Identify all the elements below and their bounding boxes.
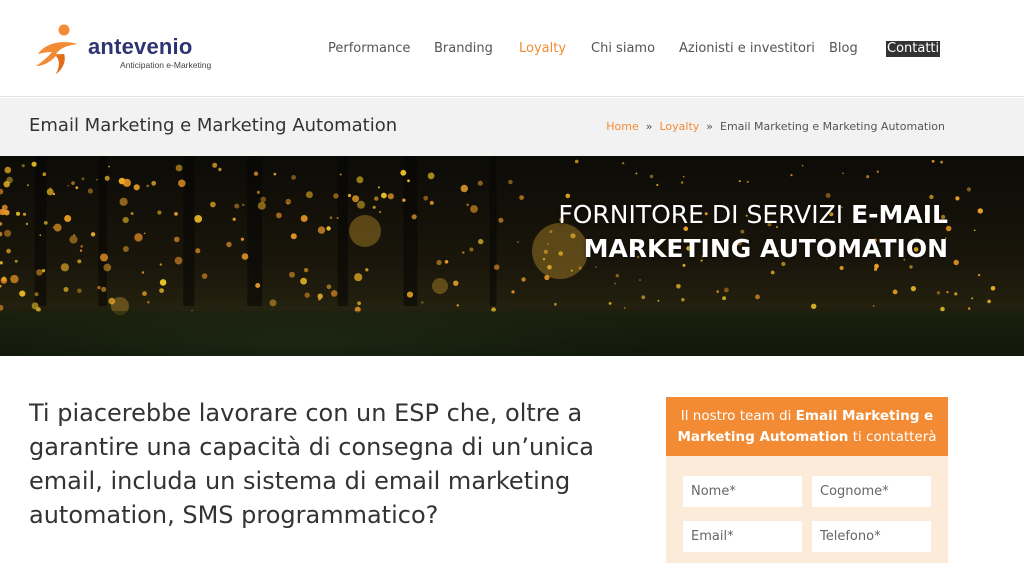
nav-chi-siamo[interactable]: Chi siamo xyxy=(591,41,655,57)
site-header: antevenio Anticipation e-Marketing Perfo… xyxy=(0,0,1024,97)
breadcrumb-home[interactable]: Home xyxy=(606,120,638,133)
hero-title-line1: FORNITORE DI SERVIZI xyxy=(558,200,852,229)
breadcrumb-separator: » xyxy=(706,120,714,133)
page-title: Email Marketing e Marketing Automation xyxy=(29,115,398,136)
hero-title-line2: MARKETING AUTOMATION xyxy=(583,234,948,263)
nav-loyalty[interactable]: Loyalty xyxy=(519,41,566,57)
nav-performance[interactable]: Performance xyxy=(328,41,410,57)
hero-title: FORNITORE DI SERVIZI E-MAIL MARKETING AU… xyxy=(558,198,948,266)
cognome-field[interactable] xyxy=(812,476,931,507)
page-title-bar: Email Marketing e Marketing Automation H… xyxy=(0,98,1024,156)
hero-banner: FORNITORE DI SERVIZI E-MAIL MARKETING AU… xyxy=(0,156,1024,356)
breadcrumb-separator: » xyxy=(645,120,653,133)
form-heading-pre: Il nostro team di xyxy=(680,408,796,424)
nav-contatti[interactable]: Contatti xyxy=(886,41,941,57)
breadcrumb-current: Email Marketing e Marketing Automation xyxy=(720,120,945,133)
breadcrumb-loyalty[interactable]: Loyalty xyxy=(659,120,699,133)
telefono-field[interactable] xyxy=(812,521,931,552)
nome-field[interactable] xyxy=(683,476,802,507)
contact-form-heading: Il nostro team di Email Marketing e Mark… xyxy=(666,397,948,456)
form-heading-post: ti contatterà xyxy=(848,429,937,445)
nav-blog[interactable]: Blog xyxy=(829,41,858,57)
logo-tagline: Anticipation e-Marketing xyxy=(120,60,212,70)
hero-title-line1-bold: E-MAIL xyxy=(851,200,948,229)
nav-branding[interactable]: Branding xyxy=(434,41,493,57)
email-field[interactable] xyxy=(683,521,802,552)
contact-form: Il nostro team di Email Marketing e Mark… xyxy=(666,397,948,563)
nav-azionisti[interactable]: Azionisti e investitori xyxy=(679,41,815,57)
intro-text: Ti piacerebbe lavorare con un ESP che, o… xyxy=(29,399,594,529)
main-nav: Performance Branding Loyalty Chi siamo A… xyxy=(0,41,1024,59)
breadcrumb: Home » Loyalty » Email Marketing e Marketing… xyxy=(606,120,945,133)
